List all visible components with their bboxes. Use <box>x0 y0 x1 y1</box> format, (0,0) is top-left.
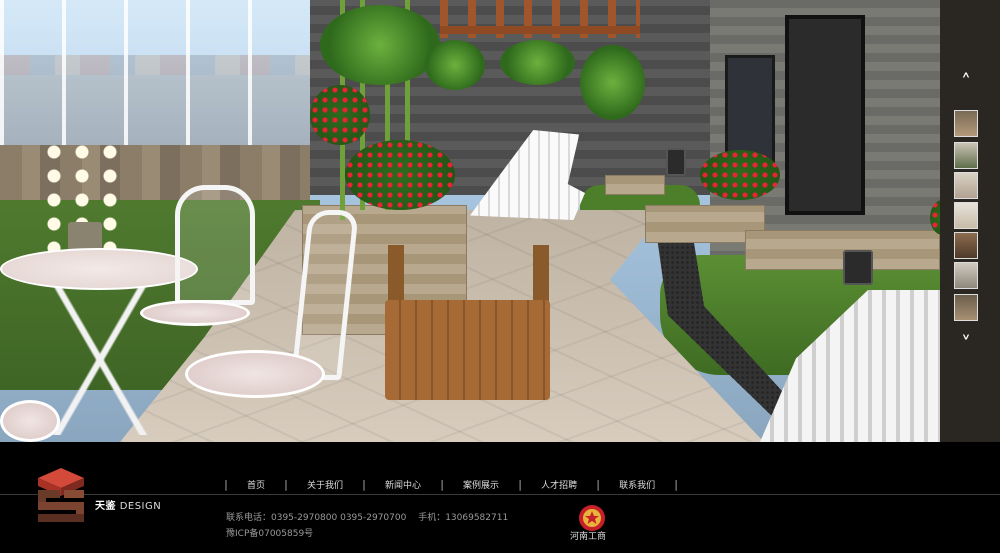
thumbnail[interactable] <box>954 172 978 199</box>
thumbnail[interactable] <box>954 294 978 321</box>
nav-home[interactable]: 首页 <box>230 478 282 491</box>
nav-news[interactable]: 新闻中心 <box>368 478 438 491</box>
garden-lamp <box>666 148 686 176</box>
chair-seat <box>140 300 250 326</box>
stone-planter <box>605 175 665 195</box>
company-logo-icon[interactable] <box>34 466 88 526</box>
contact-phone: 联系电话：0395-2970800 0395-2970700 手机：130695… <box>226 513 509 523</box>
red-flowers <box>345 140 455 210</box>
thumbnail[interactable] <box>954 202 978 229</box>
nav-cases[interactable]: 案例展示 <box>446 478 516 491</box>
glass-door <box>785 15 865 215</box>
nav-separator: | <box>284 477 288 491</box>
nav-separator: | <box>674 477 678 491</box>
nav-contact[interactable]: 联系我们 <box>602 478 672 491</box>
red-flowers <box>310 85 370 145</box>
hanging-plant <box>580 45 645 120</box>
hanging-plant <box>500 40 575 85</box>
icp-number[interactable]: 豫ICP备07005859号 <box>226 526 313 539</box>
thumbnail-strip: ˄ ˅ <box>952 72 980 362</box>
nav-separator: | <box>440 477 444 491</box>
brand-name-en: DESIGN <box>119 501 162 512</box>
mosaic-table <box>0 248 198 290</box>
wooden-bridge <box>385 300 550 400</box>
hero-garden-photo <box>0 0 1000 442</box>
footer-nav: | 首页 | 关于我们 | 新闻中心 | 案例展示 | 人才招聘 | 联系我们 … <box>222 477 680 491</box>
scroll-down-icon[interactable]: ˅ <box>952 334 980 354</box>
brand-name-cn: 天鉴 <box>95 501 116 512</box>
pergola-beam <box>440 26 640 34</box>
chair-seat <box>185 350 325 398</box>
garden-lamp <box>843 250 873 285</box>
nav-separator: | <box>224 477 228 491</box>
page: ˄ ˅ 天鉴 DESIGN | 首页 | 关于我们 | 新闻中心 | 案例展示 <box>0 0 1000 553</box>
chair-back <box>175 185 255 305</box>
thumbnail[interactable] <box>954 142 978 169</box>
thumbnail[interactable] <box>954 110 978 137</box>
chair-seat <box>0 400 60 442</box>
thumbnail[interactable] <box>954 262 978 289</box>
footer-divider <box>0 494 1000 495</box>
scroll-up-icon[interactable]: ˄ <box>952 72 980 92</box>
brand-name: 天鉴 DESIGN <box>95 497 161 512</box>
nav-separator: | <box>518 477 522 491</box>
business-license-label: 河南工商 <box>570 532 607 542</box>
bamboo-leaves <box>320 5 440 85</box>
red-flowers <box>700 150 780 200</box>
nav-separator: | <box>362 477 366 491</box>
nav-careers[interactable]: 人才招聘 <box>524 478 594 491</box>
hanging-plant <box>425 40 485 90</box>
thumbnail[interactable] <box>954 232 978 259</box>
nav-separator: | <box>596 477 600 491</box>
nav-about[interactable]: 关于我们 <box>290 478 360 491</box>
